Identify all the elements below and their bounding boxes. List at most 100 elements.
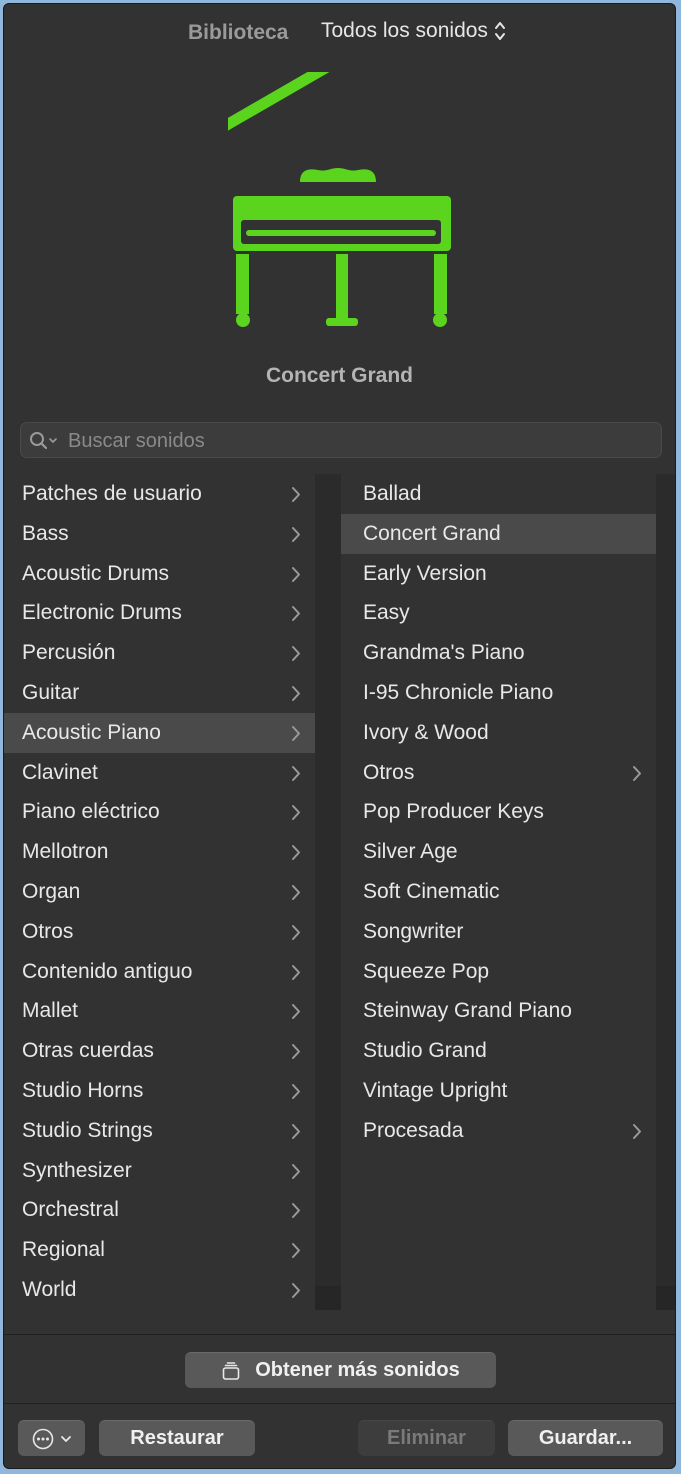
- patch-item[interactable]: Silver Age: [341, 832, 656, 872]
- category-item-label: Piano eléctrico: [22, 800, 160, 824]
- patch-item[interactable]: Grandma's Piano: [341, 633, 656, 673]
- category-item-label: Acoustic Drums: [22, 561, 170, 585]
- chevron-right-icon: [292, 606, 300, 622]
- patch-item[interactable]: Early Version: [341, 554, 656, 594]
- patch-item-label: Silver Age: [363, 840, 458, 864]
- patch-item[interactable]: Ballad: [341, 474, 656, 514]
- search-icon[interactable]: [29, 431, 61, 451]
- category-item[interactable]: Guitar: [4, 673, 315, 713]
- patch-item-label: Pop Producer Keys: [363, 800, 544, 824]
- library-header: Biblioteca Todos los sonidos: [4, 4, 675, 64]
- patch-item-label: Grandma's Piano: [363, 641, 525, 665]
- patch-item[interactable]: Concert Grand: [341, 513, 656, 554]
- patch-item-label: Procesada: [363, 1118, 464, 1142]
- category-item[interactable]: Bass: [4, 514, 315, 554]
- patch-item-label: Squeeze Pop: [363, 959, 490, 983]
- chevron-right-icon: [292, 964, 300, 980]
- sound-filter-popup[interactable]: Todos los sonidos: [321, 19, 506, 43]
- chevron-right-icon: [292, 526, 300, 542]
- category-item[interactable]: Acoustic Piano: [4, 712, 315, 753]
- chevron-right-icon: [292, 1163, 300, 1179]
- category-item[interactable]: Studio Strings: [4, 1111, 315, 1151]
- category-item-label: Percusión: [22, 641, 116, 665]
- category-item[interactable]: Electronic Drums: [4, 593, 315, 633]
- footer: Obtener más sonidos Restaurar Eliminar G…: [4, 1310, 675, 1468]
- chevron-up-down-icon: [494, 22, 505, 40]
- chevron-right-icon: [292, 765, 300, 781]
- patch-item[interactable]: Ivory & Wood: [341, 713, 656, 753]
- search-field[interactable]: [20, 422, 662, 459]
- patch-item-label: Vintage Upright: [363, 1079, 508, 1102]
- patch-item-label: Studio Grand: [363, 1039, 487, 1063]
- patch-item[interactable]: I-95 Chronicle Piano: [341, 673, 656, 713]
- category-item[interactable]: Studio Horns: [4, 1071, 315, 1111]
- patch-item[interactable]: Otros: [341, 753, 656, 793]
- chevron-right-icon: [633, 1123, 641, 1139]
- chevron-right-icon: [292, 1084, 300, 1099]
- patch-item-label: Ivory & Wood: [363, 720, 489, 744]
- patch-item-label: I-95 Chronicle Piano: [363, 681, 554, 704]
- patch-item[interactable]: Squeeze Pop: [341, 952, 656, 992]
- patch-scrollbar[interactable]: [656, 474, 675, 1286]
- chevron-right-icon: [292, 1203, 300, 1219]
- chevron-right-icon: [292, 1283, 300, 1298]
- chevron-right-icon: [292, 885, 300, 900]
- category-item[interactable]: Otros: [4, 912, 315, 952]
- restore-button[interactable]: Restaurar: [99, 1420, 255, 1456]
- library-panel: Biblioteca Todos los sonidos Concert Gra…: [3, 3, 676, 1469]
- options-menu-button[interactable]: [18, 1420, 85, 1456]
- category-item[interactable]: Mellotron: [4, 832, 315, 872]
- divider: [4, 1403, 675, 1404]
- patch-item[interactable]: Studio Grand: [341, 1031, 656, 1071]
- save-button[interactable]: Guardar...: [508, 1420, 663, 1456]
- category-item-label: Studio Strings: [22, 1118, 153, 1142]
- category-item[interactable]: Otras cuerdas: [4, 1031, 315, 1071]
- search-input[interactable]: [66, 423, 650, 459]
- category-item-label: Bass: [22, 521, 69, 545]
- category-item-label: Mallet: [22, 999, 79, 1023]
- category-item[interactable]: Percusión: [4, 633, 315, 673]
- patch-item[interactable]: Songwriter: [341, 912, 656, 952]
- category-item[interactable]: Organ: [4, 872, 315, 912]
- category-item[interactable]: Synthesizer: [4, 1151, 315, 1191]
- stack-icon: [222, 1361, 240, 1380]
- category-item[interactable]: Patches de usuario: [4, 474, 315, 514]
- category-scrollbar[interactable]: [315, 474, 341, 1286]
- delete-button[interactable]: Eliminar: [358, 1420, 495, 1456]
- patch-item[interactable]: Procesada: [341, 1111, 656, 1151]
- library-title: Biblioteca: [188, 21, 289, 44]
- category-item-label: Otras cuerdas: [22, 1039, 154, 1063]
- category-item-label: Organ: [22, 880, 81, 903]
- patch-item[interactable]: Easy: [341, 593, 656, 633]
- category-item-label: Mellotron: [22, 840, 109, 864]
- category-item[interactable]: Orchestral: [4, 1190, 315, 1230]
- category-item-label: Studio Horns: [22, 1079, 144, 1102]
- category-item[interactable]: Regional: [4, 1230, 315, 1270]
- category-item[interactable]: Piano eléctrico: [4, 792, 315, 832]
- get-more-sounds-button[interactable]: Obtener más sonidos: [185, 1352, 496, 1388]
- patch-item[interactable]: Pop Producer Keys: [341, 792, 656, 832]
- category-item-label: Acoustic Piano: [22, 720, 161, 744]
- patch-item[interactable]: Soft Cinematic: [341, 872, 656, 912]
- chevron-right-icon: [292, 924, 300, 940]
- patch-item-label: Otros: [363, 760, 415, 784]
- chevron-down-icon: [60, 1435, 71, 1442]
- patch-item[interactable]: Vintage Upright: [341, 1071, 656, 1111]
- patch-item-label: Early Version: [363, 561, 487, 585]
- category-item[interactable]: Clavinet: [4, 753, 315, 793]
- browser-columns: Patches de usuario Bass Acoustic Drums Elec…: [4, 474, 675, 1310]
- category-item[interactable]: Mallet: [4, 991, 315, 1031]
- category-item[interactable]: Contenido antiguo: [4, 952, 315, 992]
- patch-item[interactable]: Steinway Grand Piano: [341, 991, 656, 1031]
- patch-item-label: Songwriter: [363, 919, 464, 943]
- category-item[interactable]: Acoustic Drums: [4, 554, 315, 594]
- category-item-label: Synthesizer: [22, 1158, 132, 1182]
- patch-item-label: Soft Cinematic: [363, 880, 500, 903]
- chevron-right-icon: [292, 1243, 300, 1259]
- category-item-label: World: [22, 1278, 77, 1301]
- chevron-right-icon: [292, 845, 300, 861]
- chevron-right-icon: [292, 805, 300, 821]
- category-list: Patches de usuario Bass Acoustic Drums Elec…: [4, 474, 315, 1310]
- category-item[interactable]: World: [4, 1270, 315, 1310]
- sound-filter-label: Todos los sonidos: [321, 19, 488, 42]
